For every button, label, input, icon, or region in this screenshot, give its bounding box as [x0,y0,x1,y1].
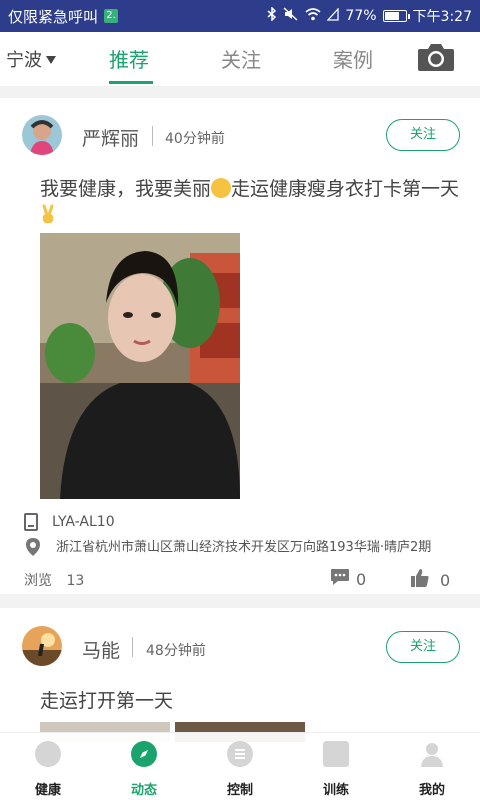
section-divider [0,86,480,98]
status-bar: 仅限紧急呼叫 2. 77% 下午3:27 [0,0,480,32]
views-value: 13 [66,573,85,589]
device-row: LYA-AL10 [24,513,115,531]
training-icon [323,741,349,767]
bottom-tab-label: 动态 [130,783,157,798]
views-count: 浏览 13 [24,570,84,590]
post-text: 我要健康，我要美丽 [40,178,212,200]
separator [152,126,153,146]
bottom-tab-control[interactable]: 控制 [192,733,288,800]
bottom-tab-bar: 健康 动态 控制 训练 我的 [0,732,480,800]
bottom-tab-label: 控制 [226,783,253,798]
views-label: 浏览 [24,573,52,589]
comment-button[interactable]: 0 [330,568,366,590]
like-button[interactable]: 0 [410,568,450,592]
post-content: 我要健康，我要美丽 走运健康瘦身衣打卡第一天 [40,176,460,228]
city-label: 宁波 [6,50,42,71]
victory-emoji-icon [40,204,56,224]
clock: 下午3:27 [412,9,472,25]
username[interactable]: 马能 [82,636,120,663]
post-photo[interactable] [40,233,240,499]
follow-button[interactable]: 关注 [386,631,460,663]
bottom-tab-feed[interactable]: 动态 [96,733,192,800]
profile-icon [419,741,445,767]
carrier-text: 仅限紧急呼叫 [8,7,99,26]
signal-icon [326,6,340,25]
location-text: 浙江省杭州市萧山区萧山经济技术开发区万向路193华瑞·晴庐2期 [56,540,432,555]
comment-count: 0 [356,569,367,589]
battery-percent: 77% [345,8,377,24]
control-icon [227,741,253,767]
mute-icon [283,7,299,25]
compass-icon [131,741,157,767]
avatar[interactable] [22,626,62,666]
health-icon [35,741,61,767]
bottom-tab-profile[interactable]: 我的 [384,733,480,800]
smile-emoji-icon [211,178,232,198]
sim-badge: 2. [104,9,119,23]
bottom-tab-health[interactable]: 健康 [0,733,96,800]
bottom-tab-label: 训练 [322,783,349,798]
bottom-tab-label: 我的 [418,783,445,798]
username[interactable]: 严辉丽 [82,124,139,151]
active-tab-indicator [109,81,153,84]
tab-recommend[interactable]: 推荐 [109,44,149,73]
separator [132,637,133,657]
section-divider [0,594,480,608]
thumbs-up-icon [410,568,430,592]
comment-icon [330,568,350,590]
battery-fill [384,12,400,20]
avatar[interactable] [22,115,62,155]
follow-button[interactable]: 关注 [386,119,460,151]
camera-icon[interactable] [417,42,455,72]
location-pin-icon [24,537,42,556]
tab-cases[interactable]: 案例 [333,44,373,73]
dropdown-arrow-icon [46,56,56,64]
bottom-tab-label: 健康 [34,783,61,798]
battery-icon [382,10,410,22]
top-nav: 宁波 推荐 关注 案例 [0,32,480,86]
wifi-icon [305,7,321,25]
location-row[interactable]: 浙江省杭州市萧山区萧山经济技术开发区万向路193华瑞·晴庐2期 [24,536,432,556]
post-time: 40分钟前 [165,131,225,147]
tab-following[interactable]: 关注 [221,44,261,73]
phone-icon [24,513,38,531]
bottom-tab-training[interactable]: 训练 [288,733,384,800]
post-time: 48分钟前 [146,643,206,659]
device-model: LYA-AL10 [52,514,115,530]
city-selector[interactable]: 宁波 [6,46,56,72]
post-text: 走运打开第一天 [40,690,174,712]
like-count: 0 [440,570,451,590]
bluetooth-icon [267,6,277,25]
post-text: 走运健康瘦身衣打卡第一天 [231,178,460,200]
